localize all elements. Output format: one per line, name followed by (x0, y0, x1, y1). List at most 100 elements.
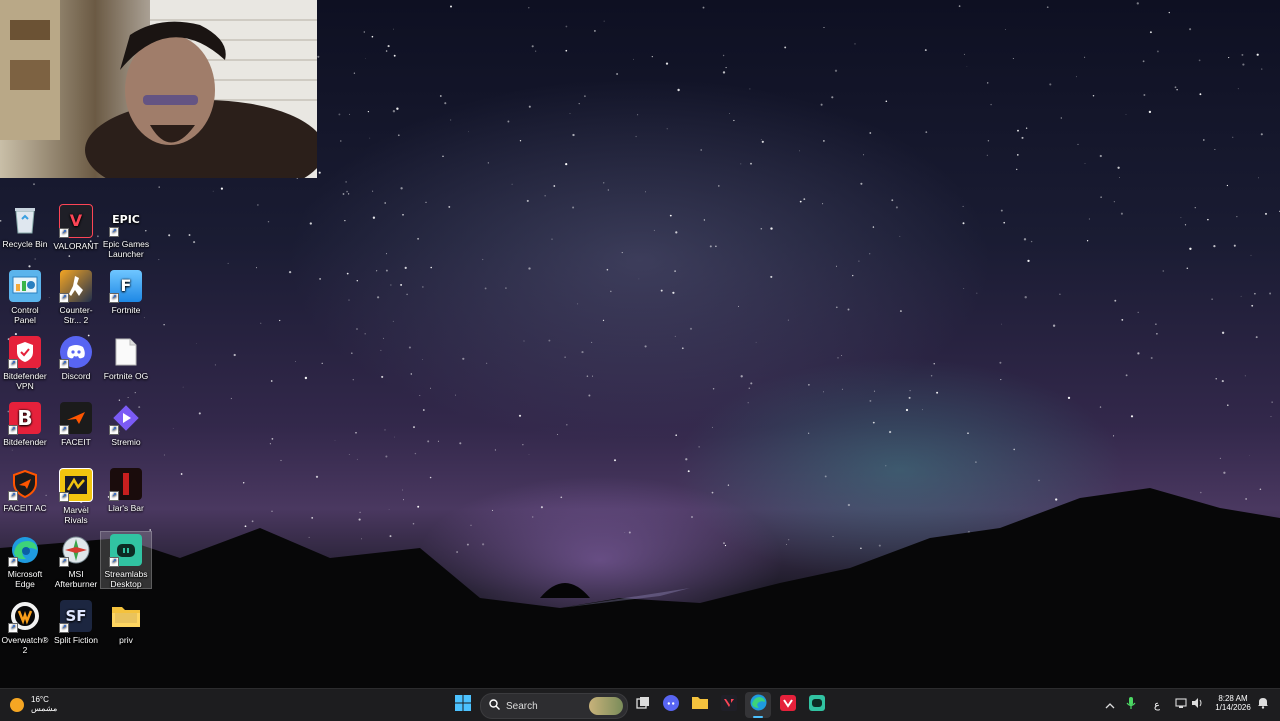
star (519, 140, 522, 142)
desktop-icon-label: Microsoft Edge (7, 569, 43, 589)
star (653, 229, 655, 231)
star (269, 443, 271, 445)
star (28, 265, 31, 268)
star (715, 245, 717, 248)
star (632, 58, 634, 60)
desktop-icon-streamlabs[interactable]: ↗ Streamlabs Desktop (100, 531, 152, 589)
star (921, 409, 923, 411)
star (404, 266, 407, 269)
star (134, 392, 136, 394)
desktop-icon-microsoft-edge[interactable]: ↗ Microsoft Edge (0, 534, 50, 589)
star (572, 133, 575, 137)
star (385, 50, 388, 52)
star (645, 191, 646, 193)
star (507, 120, 510, 123)
star (1059, 293, 1061, 295)
taskbar-search[interactable]: Search (480, 693, 628, 719)
desktop-icon-overwatch[interactable]: ↗ Overwatch® 2 (0, 600, 50, 655)
star (799, 200, 802, 203)
msi-afterburner-icon: ↗ (59, 534, 92, 567)
taskbar-file-explorer[interactable] (687, 692, 713, 718)
start-button[interactable] (450, 692, 476, 718)
star (675, 434, 677, 436)
star (528, 453, 530, 455)
star (319, 277, 322, 280)
desktop-icon-marvel-rivals[interactable]: ↗ Marvel Rivals (51, 468, 101, 525)
desktop-icon-epic-games[interactable]: EPIC ↗ Epic Games Launcher (101, 204, 151, 259)
star (1143, 94, 1146, 96)
desktop-icon-split-fiction[interactable]: SF ↗ Split Fiction (51, 600, 101, 645)
star (869, 399, 872, 402)
desktop-icon-counter-strike[interactable]: ↗ Counter-Str... 2 (51, 270, 101, 325)
star (869, 253, 871, 255)
star (572, 206, 575, 209)
star (1156, 332, 1158, 335)
star (448, 205, 451, 208)
star (385, 269, 388, 272)
microphone-tray[interactable] (1118, 692, 1144, 718)
notifications-button[interactable] (1250, 692, 1276, 718)
desktop-icon-label: FACEIT (61, 437, 91, 447)
taskbar-edge[interactable] (745, 692, 771, 718)
star (1148, 110, 1152, 114)
star (380, 349, 382, 351)
star (700, 149, 703, 151)
star (963, 288, 965, 289)
desktop-icon-liars-bar[interactable]: ↗ Liar's Bar (101, 468, 151, 513)
weather-widget[interactable]: 16°C مشمس (10, 695, 57, 713)
taskbar-discord[interactable] (658, 692, 684, 718)
star (270, 380, 273, 382)
star (588, 394, 591, 397)
star (422, 286, 424, 288)
desktop-icon-stremio[interactable]: ↗ Stremio (101, 402, 151, 447)
desktop-icon-fortnite-og[interactable]: Fortnite OG (101, 336, 151, 381)
taskbar-streamlabs[interactable] (804, 692, 830, 718)
star (182, 386, 184, 388)
taskbar-bitdefender-vpn[interactable] (775, 692, 801, 718)
desktop-icon-control-panel[interactable]: Control Panel (0, 270, 50, 325)
star (925, 131, 928, 133)
desktop-icon-recycle-bin[interactable]: Recycle Bin (0, 204, 50, 249)
network-volume-tray[interactable] (1170, 692, 1208, 718)
star (384, 429, 386, 431)
task-view-button[interactable] (630, 692, 656, 718)
star (1142, 60, 1145, 63)
star (958, 5, 961, 7)
clock[interactable]: 8:28 AM 1/14/2026 (1212, 694, 1254, 712)
star (885, 465, 887, 467)
taskbar-valorant[interactable] (716, 692, 742, 718)
star (831, 96, 834, 99)
epic-logo-text: EPIC (112, 213, 140, 226)
desktop-icon-discord[interactable]: ↗ Discord (51, 336, 101, 381)
star (1060, 117, 1062, 119)
star (392, 28, 394, 30)
star (869, 132, 872, 134)
desktop-icon-bitdefender[interactable]: B ↗ Bitdefender (0, 402, 50, 447)
star (280, 459, 282, 462)
desktop-icon-fortnite[interactable]: F ↗ Fortnite (101, 270, 151, 315)
star (402, 213, 404, 216)
star (548, 339, 551, 342)
search-icon (489, 697, 500, 715)
star (872, 421, 875, 424)
star (345, 181, 347, 183)
star (1137, 352, 1140, 355)
desktop-icon-priv[interactable]: priv (101, 600, 151, 645)
desktop-icon-faceit[interactable]: ↗ FACEIT (51, 402, 101, 447)
desktop-icon-msi-afterburner[interactable]: ↗ MSI Afterburner (51, 534, 101, 589)
star (363, 31, 365, 33)
desktop-icon-label: Split Fiction (54, 635, 98, 645)
windows-logo-icon (455, 694, 471, 716)
active-app-indicator (753, 716, 763, 718)
desktop-icon-valorant[interactable]: V ↗ VALORANT (51, 204, 101, 251)
star (807, 432, 810, 434)
star (344, 220, 346, 222)
star (1025, 127, 1028, 129)
star (740, 375, 743, 378)
input-language-indicator[interactable]: ع (1144, 692, 1170, 718)
star (348, 454, 350, 455)
desktop-icon-bitdefender-vpn[interactable]: ↗ Bitdefender VPN (0, 336, 50, 391)
star (1219, 457, 1222, 460)
desktop-icon-faceit-ac[interactable]: ↗ FACEIT AC (0, 468, 50, 513)
star (340, 140, 342, 142)
